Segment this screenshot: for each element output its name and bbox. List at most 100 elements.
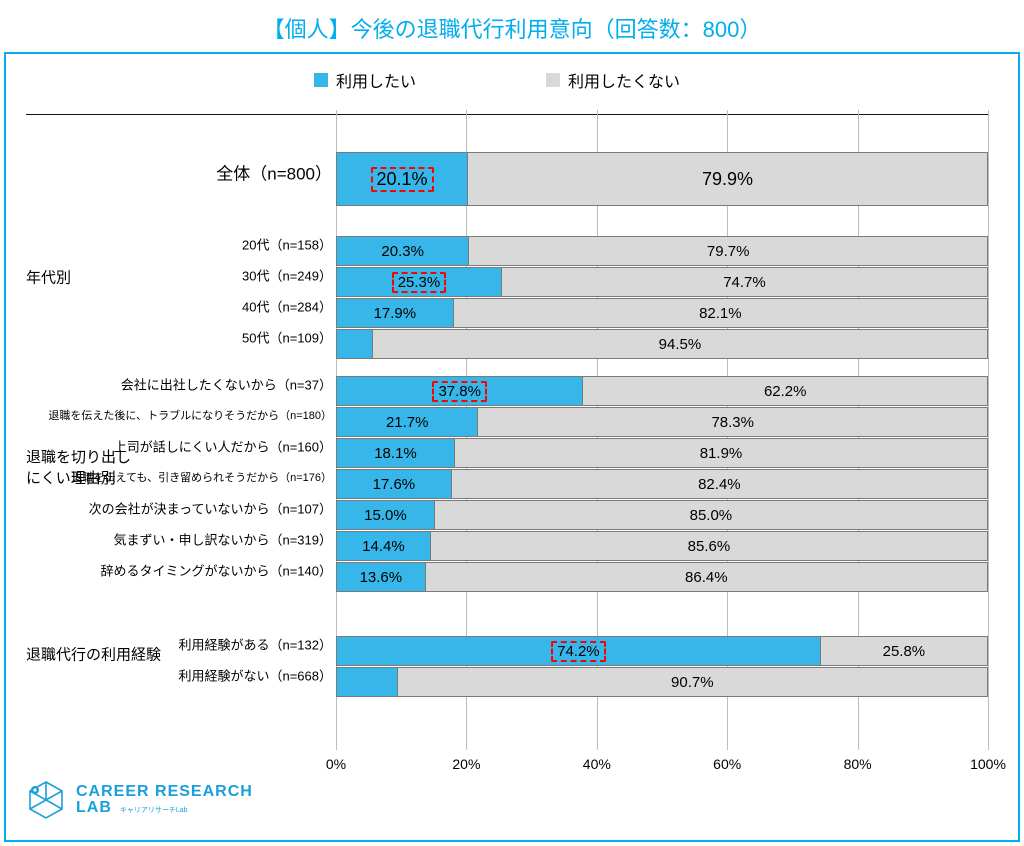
ylabel-g0: 20代（n=158）: [12, 235, 332, 254]
seg-yes: 5.5%: [336, 329, 372, 359]
val-yes: 20.1%: [371, 167, 434, 192]
seg-no: 81.9%: [454, 438, 988, 468]
legend-yes: 利用したい: [314, 68, 416, 92]
bar-g3: 5.5% 94.5%: [336, 329, 988, 359]
ylabel-d0: 会社に出社したくないから（n=37）: [12, 375, 332, 394]
seg-no: 82.4%: [451, 469, 988, 499]
ylabel-g3: 50代（n=109）: [12, 328, 332, 347]
logo-cube-icon: [24, 778, 68, 822]
val-no: 74.7%: [723, 274, 766, 291]
ylabel-g2: 40代（n=284）: [12, 297, 332, 316]
seg-no: 79.9%: [467, 152, 988, 206]
tick-60: 60%: [713, 756, 741, 772]
val-no: 62.2%: [764, 383, 807, 400]
seg-yes: 21.7%: [336, 407, 477, 437]
val-yes: 18.1%: [374, 445, 417, 462]
seg-no: 25.8%: [820, 636, 988, 666]
tick-100: 100%: [970, 756, 1006, 772]
val-yes: 17.9%: [374, 305, 417, 322]
val-no: 82.1%: [699, 305, 742, 322]
ylabel-d6: 辞めるタイミングがないから（n=140）: [12, 561, 332, 580]
bar-d3: 17.6% 82.4%: [336, 469, 988, 499]
ylabel-g1: 30代（n=249）: [12, 266, 332, 285]
seg-yes: 37.8%: [336, 376, 582, 406]
ylabel-d3: 退職を伝えても、引き留められそうだから（n=176）: [12, 469, 332, 485]
val-no: 25.8%: [883, 643, 926, 660]
val-no: 82.4%: [698, 476, 741, 493]
val-no: 90.7%: [671, 674, 714, 691]
bar-d5: 14.4% 85.6%: [336, 531, 988, 561]
seg-no: 90.7%: [397, 667, 988, 697]
seg-no: 94.5%: [372, 329, 988, 359]
ylabel-e0: 利用経験がある（n=132）: [12, 635, 332, 654]
bar-all: 20.1% 79.9%: [336, 152, 988, 206]
val-no: 79.7%: [707, 243, 750, 260]
tick-80: 80%: [844, 756, 872, 772]
seg-yes: 13.6%: [336, 562, 425, 592]
val-yes: 21.7%: [386, 414, 429, 431]
legend-no: 利用したくない: [546, 68, 680, 92]
val-yes: 25.3%: [392, 272, 447, 293]
val-no: 81.9%: [700, 445, 743, 462]
logo-line1: CAREER RESEARCH: [76, 783, 253, 800]
val-no: 85.6%: [688, 538, 731, 555]
val-yes: 74.2%: [551, 641, 606, 662]
seg-no: 78.3%: [477, 407, 988, 437]
val-yes: 20.3%: [381, 243, 424, 260]
tick-40: 40%: [583, 756, 611, 772]
plot-area: 0% 20% 40% 60% 80% 100% 20.1%79.9% 20.3%…: [336, 110, 988, 750]
seg-no: 85.0%: [434, 500, 988, 530]
ylabel-d1: 退職を伝えた後に、トラブルになりそうだから（n=180）: [12, 407, 332, 423]
legend: 利用したい 利用したくない: [6, 68, 988, 92]
seg-yes: 17.6%: [336, 469, 451, 499]
seg-yes: 25.3%: [336, 267, 501, 297]
legend-swatch-blue: [314, 73, 328, 87]
bar-d2: 18.1% 81.9%: [336, 438, 988, 468]
logo-line2: LAB: [76, 800, 112, 816]
seg-yes: 74.2%: [336, 636, 820, 666]
seg-yes: 14.4%: [336, 531, 430, 561]
seg-yes: 9.3%: [336, 667, 397, 697]
seg-yes: 20.3%: [336, 236, 468, 266]
bar-g1: 25.3% 74.7%: [336, 267, 988, 297]
seg-no: 79.7%: [468, 236, 988, 266]
val-no: 94.5%: [659, 336, 702, 353]
val-yes: 17.6%: [373, 476, 416, 493]
bar-g2: 17.9% 82.1%: [336, 298, 988, 328]
val-no: 79.9%: [702, 169, 753, 190]
tick-0: 0%: [326, 756, 346, 772]
seg-no: 82.1%: [453, 298, 988, 328]
bar-d1: 21.7% 78.3%: [336, 407, 988, 437]
val-no: 85.0%: [690, 507, 733, 524]
bar-d6: 13.6%86.4%: [336, 562, 988, 592]
seg-yes: 15.0%: [336, 500, 434, 530]
val-yes: 37.8%: [432, 381, 487, 402]
bar-d4: 15.0% 85.0%: [336, 500, 988, 530]
bar-e1: 9.3% 90.7%: [336, 667, 988, 697]
brand-logo: CAREER RESEARCH LAB キャリアリサーチLab: [24, 778, 253, 822]
seg-no: 85.6%: [430, 531, 988, 561]
legend-no-label: 利用したくない: [568, 68, 680, 92]
bar-e0: 74.2% 25.8%: [336, 636, 988, 666]
seg-no: 62.2%: [582, 376, 988, 406]
ylabel-d4: 次の会社が決まっていないから（n=107）: [12, 499, 332, 518]
ylabel-e1: 利用経験がない（n=668）: [12, 666, 332, 685]
tick-20: 20%: [452, 756, 480, 772]
seg-yes: 17.9%: [336, 298, 453, 328]
seg-no: 74.7%: [501, 267, 988, 297]
chart-title: 【個人】今後の退職代行利用意向（回答数：800）: [0, 0, 1024, 52]
bar-d0: 37.8% 62.2%: [336, 376, 988, 406]
ylabel-d2: 上司が話しにくい人だから（n=160）: [12, 437, 332, 456]
bar-g0: 20.3% 79.7%: [336, 236, 988, 266]
logo-sub: キャリアリサーチLab: [120, 805, 188, 814]
val-yes: 15.0%: [364, 507, 407, 524]
grid-100: [988, 110, 989, 750]
ylabel-all: 全体（n=800）: [12, 160, 332, 185]
seg-yes: 18.1%: [336, 438, 454, 468]
val-yes: 14.4%: [362, 538, 405, 555]
legend-swatch-grey: [546, 73, 560, 87]
seg-no: 86.4%: [425, 562, 988, 592]
legend-yes-label: 利用したい: [336, 68, 416, 92]
chart-frame: 利用したい 利用したくない 全体（n=800） 年代別 20代（n=158） 3…: [4, 52, 1020, 842]
ylabel-d5: 気まずい・申し訳ないから（n=319）: [12, 530, 332, 549]
